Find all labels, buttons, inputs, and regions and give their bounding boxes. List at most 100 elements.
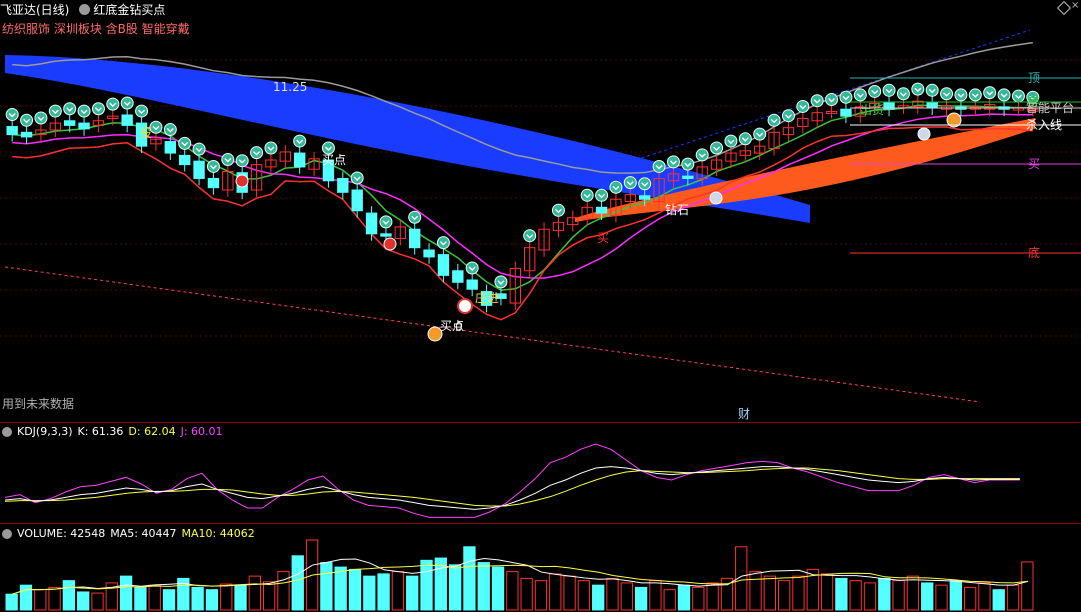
signal-marker-icon <box>465 261 479 275</box>
signal-marker-dot <box>221 153 235 167</box>
volume-bar <box>191 586 204 611</box>
signal-marker-icon <box>206 159 220 173</box>
candle-body <box>466 279 478 290</box>
signal-marker-dot <box>63 102 77 116</box>
price-high-label: 11.25 <box>273 80 307 94</box>
chart-canvas[interactable]: 11.250买点买点庄进钻石买出货役财 顶卖智能平台杀入线买底 <box>0 0 1081 612</box>
trend-line-down <box>4 266 981 403</box>
signal-marker-icon <box>192 142 206 156</box>
signal-marker-dot <box>968 88 982 102</box>
signal-marker-dot <box>595 188 609 202</box>
volume-bar <box>649 580 662 611</box>
signal-marker-dot <box>20 113 34 127</box>
candle-body <box>207 177 220 189</box>
candle-body <box>6 126 18 136</box>
signal-marker-icon <box>494 275 508 289</box>
signal-marker-icon <box>652 159 666 173</box>
signal-marker-dot <box>695 148 709 162</box>
signal-marker-dot <box>192 142 206 156</box>
volume-legend: VOLUME: 42548 MA5: 40447 MA10: 44062 <box>2 527 255 540</box>
volume-bar <box>148 584 161 611</box>
signal-marker-dot <box>135 104 149 118</box>
signal-marker-dot <box>551 203 565 217</box>
volume-bar <box>663 589 676 611</box>
signal-marker-dot <box>825 93 839 107</box>
volume-bar <box>606 577 619 611</box>
buy-point-annotation-2: 买点 <box>440 319 464 333</box>
signal-marker-dot <box>853 88 867 102</box>
signal-marker-icon <box>163 123 177 137</box>
volume-bar <box>162 589 176 611</box>
volume-bar <box>334 566 347 611</box>
signal-marker-dot <box>925 83 939 97</box>
volume-bar <box>992 589 1005 611</box>
signal-marker-dot <box>954 88 968 102</box>
volume-bar <box>320 562 333 611</box>
volume-bar <box>205 589 219 611</box>
retreat-annotation: 役 <box>140 125 152 140</box>
signal-marker-dot <box>839 90 853 104</box>
volume-bar <box>949 580 962 611</box>
signal-marker-icon <box>106 97 120 111</box>
red-ball-icon <box>383 237 397 251</box>
signal-marker-icon <box>623 176 637 190</box>
signal-marker-icon <box>781 109 795 123</box>
volume-bar <box>1021 561 1034 611</box>
signal-marker-icon <box>408 210 422 224</box>
signal-marker-icon <box>34 111 48 125</box>
volume-settings-icon[interactable] <box>2 528 12 539</box>
signal-marker-dot <box>609 180 623 194</box>
candle-body <box>365 212 378 235</box>
signal-marker-dot <box>652 159 666 173</box>
signal-marker-icon <box>63 102 77 116</box>
signal-marker-icon <box>681 157 695 171</box>
volume-bar <box>935 584 948 611</box>
buy-point-annotation: 买点 <box>322 153 346 167</box>
signal-marker-dot <box>882 83 896 97</box>
level-label: 底 <box>1028 245 1040 260</box>
signal-marker-dot <box>940 87 954 101</box>
diamond-annotation: 钻石 <box>665 202 689 217</box>
signal-marker-dot <box>710 141 724 155</box>
signal-marker-icon <box>48 104 62 118</box>
volume-bar <box>48 586 61 611</box>
silver-ingot-icon <box>709 191 723 205</box>
signal-marker-dot <box>178 136 192 150</box>
signal-marker-dot <box>250 146 264 160</box>
volume-bar <box>963 586 977 611</box>
signal-marker-dot <box>796 99 810 113</box>
signal-marker-icon <box>767 113 781 127</box>
volume-bar <box>778 580 791 611</box>
candle-body <box>121 114 133 126</box>
signal-marker-dot <box>206 159 220 173</box>
volume-bar <box>448 564 462 611</box>
signal-marker-dot <box>911 82 925 96</box>
candle-body <box>409 228 421 249</box>
signal-marker-dot <box>77 104 91 118</box>
kdj-settings-icon[interactable] <box>2 426 12 437</box>
signal-marker-icon <box>753 127 767 141</box>
level-label: 杀入线 <box>1026 117 1062 132</box>
volume-bar <box>220 583 233 611</box>
level-label: 智能平台 <box>1026 100 1074 115</box>
signal-marker-icon <box>983 86 997 100</box>
volume-bar <box>391 571 405 611</box>
signal-marker-dot <box>34 111 48 125</box>
level-label: 买 <box>1028 157 1040 171</box>
kdj-d-line <box>4 467 1020 507</box>
panel-separator[interactable] <box>0 523 1081 524</box>
gold-coin-icon <box>427 326 443 342</box>
volume-bar <box>406 575 419 611</box>
signal-marker-icon <box>609 180 623 194</box>
signal-marker-icon <box>997 88 1011 102</box>
signal-marker-dot <box>235 154 249 168</box>
signal-marker-icon <box>595 188 609 202</box>
volume-bar <box>534 580 548 611</box>
candle-body <box>452 270 464 283</box>
signal-marker-dot <box>767 113 781 127</box>
volume-bar <box>277 571 290 611</box>
signal-marker-icon <box>868 84 882 98</box>
panel-separator[interactable] <box>0 422 1081 423</box>
signal-marker-dot <box>379 215 393 229</box>
signal-marker-icon <box>350 171 364 185</box>
